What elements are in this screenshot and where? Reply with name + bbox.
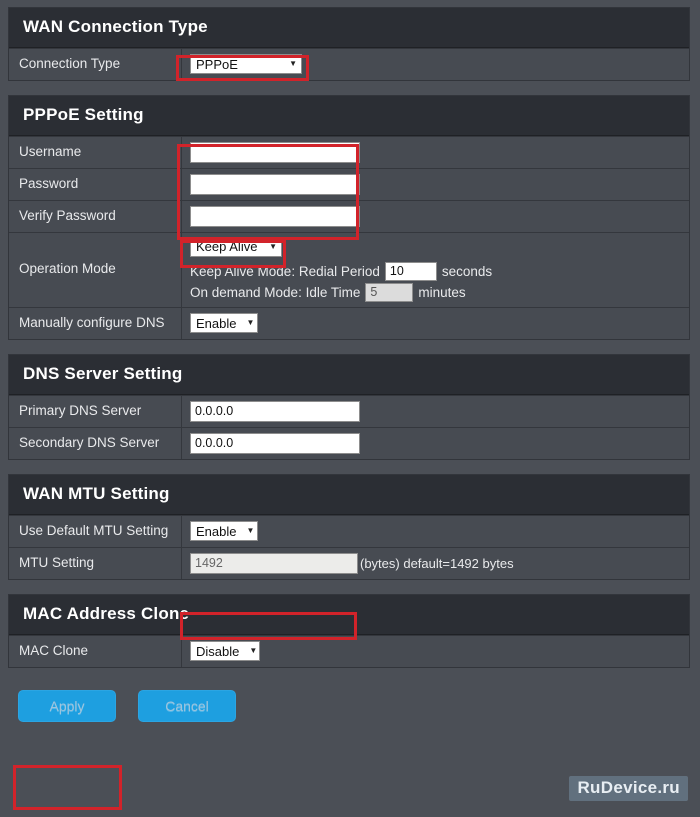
- panel-pppoe-setting: PPPoE Setting Username Password Verify P…: [8, 94, 690, 340]
- password-input[interactable]: [190, 173, 360, 195]
- value-username: [182, 137, 689, 168]
- username-input[interactable]: [190, 141, 360, 163]
- operation-mode-selected-option: Keep Alive: [196, 239, 258, 255]
- label-mtu-setting: MTU Setting: [9, 547, 182, 579]
- verify-password-input[interactable]: [190, 205, 360, 227]
- section-title-pppoe-setting: PPPoE Setting: [9, 95, 689, 136]
- panel-dns-server-setting: DNS Server Setting Primary DNS Server 0.…: [8, 353, 690, 460]
- router-wan-settings-page: WAN Connection Type Connection Type PPPo…: [0, 7, 700, 817]
- mac-clone-selected-option: Disable: [196, 643, 240, 659]
- use-default-mtu-selected-option: Enable: [196, 523, 237, 539]
- chevron-down-icon: ▼: [289, 59, 297, 69]
- panel-wan-connection-type: WAN Connection Type Connection Type PPPo…: [8, 7, 690, 81]
- redial-period-input[interactable]: 10: [384, 261, 437, 281]
- connection-type-select[interactable]: PPPoE ▼: [190, 54, 302, 75]
- label-connection-type: Connection Type: [9, 49, 182, 80]
- row-operation-mode: Operation Mode Keep Alive ▼ Keep Alive M…: [9, 231, 689, 307]
- apply-button[interactable]: Apply: [18, 689, 116, 722]
- label-use-default-mtu: Use Default MTU Setting: [9, 515, 182, 547]
- operation-mode-select[interactable]: Keep Alive ▼: [190, 236, 282, 257]
- row-primary-dns: Primary DNS Server 0.0.0.0: [9, 394, 689, 427]
- manual-dns-selected-option: Enable: [196, 315, 237, 331]
- label-manually-configure-dns: Manually configure DNS: [9, 307, 182, 339]
- idle-time-input[interactable]: 5: [365, 282, 414, 302]
- on-demand-mode-line: On demand Mode: Idle Time 5 minutes: [190, 282, 466, 302]
- row-use-default-mtu: Use Default MTU Setting Enable ▼: [9, 514, 689, 547]
- chevron-down-icon: ▼: [249, 646, 258, 656]
- value-primary-dns: 0.0.0.0: [182, 396, 689, 427]
- row-mtu-setting: MTU Setting 1492 (bytes) default=1492 by…: [9, 546, 689, 579]
- mtu-setting-input[interactable]: 1492: [190, 552, 358, 574]
- value-mac-clone: Disable ▼: [182, 636, 689, 667]
- connection-type-selected-option: PPPoE: [196, 56, 238, 72]
- section-title-wan-mtu-setting: WAN MTU Setting: [9, 474, 689, 515]
- section-title-wan-connection-type: WAN Connection Type: [9, 8, 689, 48]
- cancel-button[interactable]: Cancel: [138, 689, 236, 722]
- mac-clone-select[interactable]: Disable ▼: [190, 641, 260, 662]
- value-secondary-dns: 0.0.0.0: [182, 428, 689, 459]
- label-secondary-dns: Secondary DNS Server: [9, 427, 182, 459]
- value-use-default-mtu: Enable ▼: [182, 516, 689, 547]
- site-watermark: RuDevice.ru: [569, 776, 688, 801]
- row-password: Password: [9, 167, 689, 200]
- highlight-apply-button: [13, 765, 122, 810]
- keep-alive-mode-line: Keep Alive Mode: Redial Period 10 second…: [190, 261, 493, 281]
- section-title-mac-address-clone: MAC Address Clone: [9, 594, 689, 635]
- redial-period-unit-label: seconds: [441, 263, 493, 279]
- chevron-down-icon: ▼: [269, 241, 277, 251]
- form-action-bar: Apply Cancel: [18, 689, 700, 722]
- value-manually-configure-dns: Enable ▼: [182, 308, 689, 339]
- idle-time-unit-label: minutes: [418, 284, 466, 300]
- row-username: Username: [9, 135, 689, 168]
- section-title-dns-server-setting: DNS Server Setting: [9, 354, 689, 395]
- value-mtu-setting: 1492 (bytes) default=1492 bytes: [182, 548, 689, 579]
- row-connection-type: Connection Type PPPoE ▼: [9, 48, 689, 80]
- primary-dns-input[interactable]: 0.0.0.0: [190, 400, 360, 422]
- value-verify-password: [182, 201, 689, 232]
- row-mac-clone: MAC Clone Disable ▼: [9, 634, 689, 667]
- row-manually-configure-dns: Manually configure DNS Enable ▼: [9, 306, 689, 339]
- label-mac-clone: MAC Clone: [9, 635, 182, 667]
- label-primary-dns: Primary DNS Server: [9, 395, 182, 427]
- panel-wan-mtu-setting: WAN MTU Setting Use Default MTU Setting …: [8, 473, 690, 580]
- value-operation-mode: Keep Alive ▼ Keep Alive Mode: Redial Per…: [182, 233, 689, 307]
- row-verify-password: Verify Password: [9, 199, 689, 232]
- on-demand-mode-label: On demand Mode: Idle Time: [190, 284, 361, 300]
- mtu-default-note: (bytes) default=1492 bytes: [360, 555, 514, 571]
- label-password: Password: [9, 168, 182, 200]
- label-verify-password: Verify Password: [9, 200, 182, 232]
- operation-mode-select-wrap: Keep Alive ▼: [190, 236, 282, 257]
- chevron-down-icon: ▼: [246, 526, 255, 536]
- value-connection-type: PPPoE ▼: [182, 49, 689, 80]
- manual-dns-select[interactable]: Enable ▼: [190, 313, 258, 334]
- chevron-down-icon: ▼: [246, 318, 255, 328]
- panel-mac-address-clone: MAC Address Clone MAC Clone Disable ▼: [8, 593, 690, 668]
- value-password: [182, 169, 689, 200]
- use-default-mtu-select[interactable]: Enable ▼: [190, 521, 258, 542]
- label-operation-mode: Operation Mode: [9, 232, 182, 307]
- row-secondary-dns: Secondary DNS Server 0.0.0.0: [9, 426, 689, 459]
- secondary-dns-input[interactable]: 0.0.0.0: [190, 432, 360, 454]
- label-username: Username: [9, 136, 182, 168]
- keep-alive-mode-label: Keep Alive Mode: Redial Period: [190, 263, 380, 279]
